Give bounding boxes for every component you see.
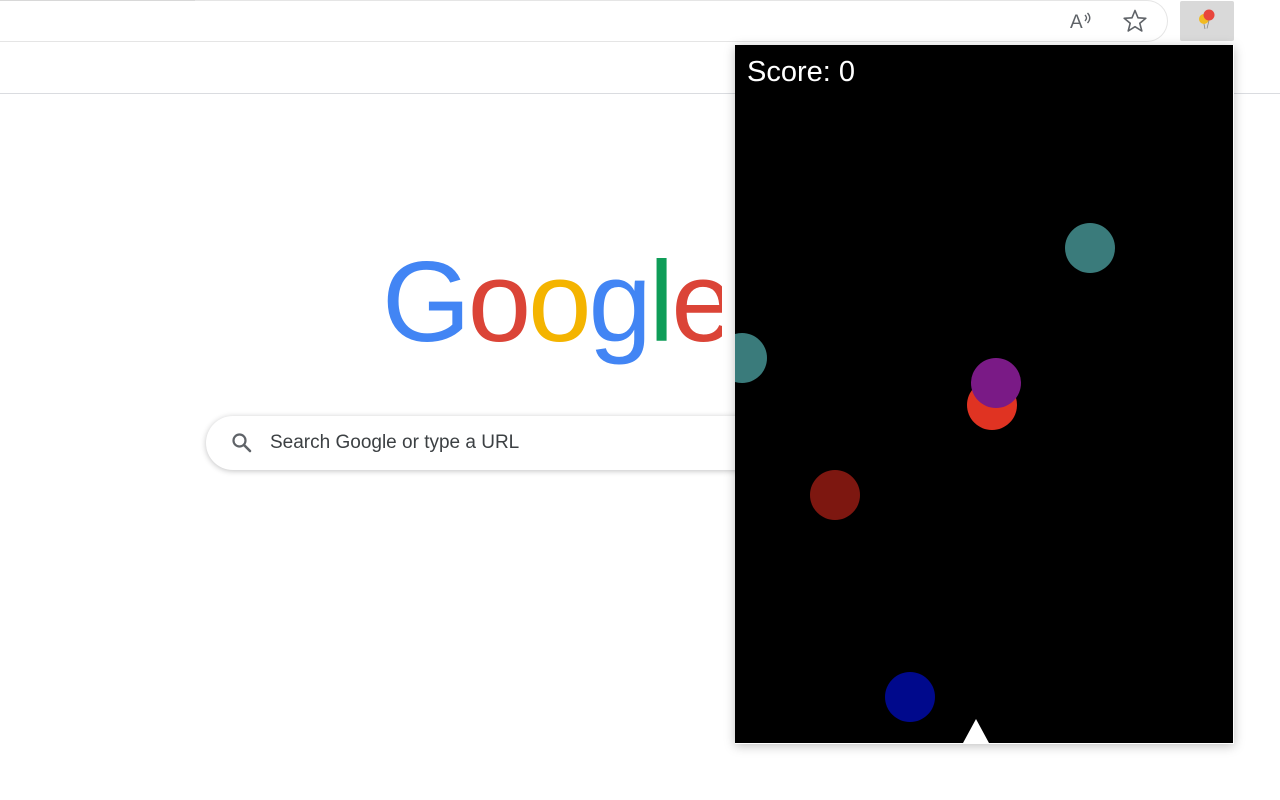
star-outline-icon[interactable] — [1122, 8, 1148, 34]
search-box[interactable] — [206, 416, 806, 470]
extension-button[interactable] — [1180, 1, 1234, 41]
purple-ball — [971, 358, 1021, 408]
game-field — [735, 223, 1115, 743]
teal-ball-partial — [735, 333, 767, 383]
browser-toolbar: A — [0, 0, 1280, 45]
svg-text:A: A — [1070, 12, 1083, 33]
search-input[interactable] — [270, 416, 750, 470]
blue-ball — [885, 672, 935, 722]
teal-ball — [1065, 223, 1115, 273]
score-label: Score: 0 — [747, 56, 855, 88]
logo-letter-g2: g — [589, 245, 649, 366]
address-bar[interactable] — [0, 0, 1168, 42]
player-ship — [963, 719, 989, 743]
logo-letter-o2: o — [528, 245, 588, 366]
extension-popup: Score: 0 — [735, 45, 1234, 744]
search-icon — [230, 431, 254, 455]
logo-letter-l: l — [649, 245, 671, 366]
logo-letter-o1: o — [468, 245, 528, 366]
svg-text:Google: Google — [382, 245, 722, 366]
logo-letter-e: e — [671, 245, 722, 366]
dark-red-ball — [810, 470, 860, 520]
balloons-icon — [1194, 6, 1220, 37]
google-logo: Google — [382, 239, 735, 375]
tab-strip-edge — [0, 0, 195, 1]
read-aloud-icon[interactable]: A — [1068, 8, 1094, 34]
game-canvas[interactable]: Score: 0 — [735, 45, 1233, 743]
logo-letter-g: G — [382, 245, 468, 366]
